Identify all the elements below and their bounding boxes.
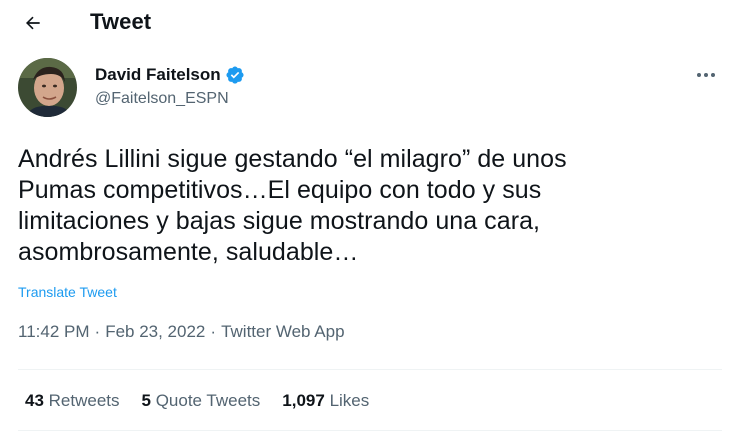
quote-tweets-count: 5 [141,391,156,410]
retweets-label: Retweets [48,391,120,410]
divider [18,369,722,370]
avatar[interactable] [18,58,77,117]
tweet-time[interactable]: 11:42 PM [18,322,90,342]
author-name[interactable]: David Faitelson [95,65,221,85]
tweet-source-app[interactable]: Twitter Web App [221,322,344,342]
likes-count: 1,097 [282,391,330,410]
back-button[interactable] [16,6,50,40]
more-options-button[interactable] [690,62,722,88]
more-horizontal-icon [697,73,715,77]
quote-tweets-label: Quote Tweets [155,391,261,410]
translate-tweet-link[interactable]: Translate Tweet [18,284,117,300]
divider [18,430,722,431]
author-handle[interactable]: @Faitelson_ESPN [95,90,245,108]
tweet-meta: 11:42 PM · Feb 23, 2022 · Twitter Web Ap… [18,322,345,342]
author-block: David Faitelson @Faitelson_ESPN [95,64,245,108]
meta-separator: · [210,322,217,341]
retweets-count: 43 [25,391,49,410]
header: Tweet [0,0,740,46]
page-title: Tweet [90,9,152,34]
quote-tweets-stat[interactable]: 5 Quote Tweets [142,391,261,411]
tweet-date[interactable]: Feb 23, 2022 [105,322,205,342]
retweets-stat[interactable]: 43 Retweets [25,391,120,411]
meta-separator: · [94,322,101,341]
likes-label: Likes [329,391,370,410]
verified-badge-icon [226,66,244,84]
likes-stat[interactable]: 1,097 Likes [282,391,369,411]
tweet-stats: 43 Retweets 5 Quote Tweets 1,097 Likes [25,391,391,411]
tweet-text: Andrés Lillini sigue gestando “el milagr… [18,145,567,266]
arrow-left-icon [26,16,40,30]
